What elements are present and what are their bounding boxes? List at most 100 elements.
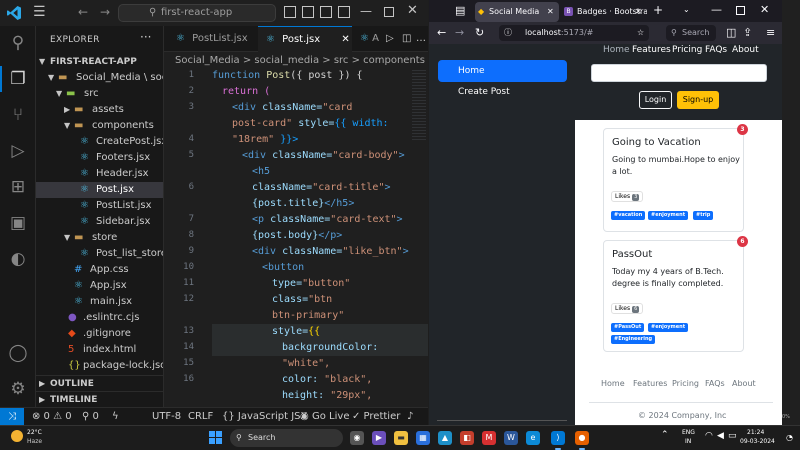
close-tab-icon[interactable]: ✕ bbox=[341, 34, 349, 45]
ports-count[interactable]: ⚲ 0 bbox=[82, 408, 99, 425]
taskbar-search[interactable]: ⚲ Search bbox=[230, 429, 343, 447]
tree-folder-components[interactable]: ▼ ▬ components bbox=[36, 118, 163, 134]
store-icon[interactable]: ▦ bbox=[416, 431, 430, 445]
clock-date[interactable]: 09-03-2024 bbox=[740, 438, 775, 445]
nav-link-faqs[interactable]: FAQs bbox=[705, 45, 727, 55]
nav-link-home[interactable]: Home bbox=[603, 45, 630, 55]
nav-link-features[interactable]: Features bbox=[632, 45, 671, 55]
firefox-icon[interactable]: ● bbox=[575, 431, 589, 445]
split-editor-icon[interactable]: ◫ bbox=[402, 26, 411, 52]
tree-file-eslintrc[interactable]: ● .eslintrc.cjs bbox=[36, 310, 163, 326]
reload-icon[interactable]: ↻ bbox=[475, 26, 484, 39]
run-debug-icon[interactable]: ▷ bbox=[7, 140, 29, 162]
menu-icon[interactable]: ☰ bbox=[33, 4, 46, 20]
tree-folder-src[interactable]: ▼ ▬ src bbox=[36, 86, 163, 102]
bookmark-star-icon[interactable]: ☆ bbox=[637, 25, 644, 41]
vscode-taskbar-icon[interactable]: ⟩ bbox=[551, 431, 565, 445]
weather-condition[interactable]: Haze bbox=[27, 438, 42, 445]
tab-postlist[interactable]: ⚛ PostList.jsx bbox=[164, 26, 258, 52]
quokka-icon[interactable]: ◐ bbox=[7, 248, 29, 270]
tree-file-postlist[interactable]: ⚛ PostList.jsx bbox=[36, 198, 163, 214]
tree-file-gitignore[interactable]: ◆ .gitignore bbox=[36, 326, 163, 342]
tree-file-app-jsx[interactable]: ⚛ App.jsx bbox=[36, 278, 163, 294]
maximize-icon[interactable] bbox=[736, 6, 745, 15]
edge-icon[interactable]: e bbox=[526, 431, 540, 445]
close-tab-icon[interactable]: ✕ bbox=[547, 2, 554, 22]
address-bar[interactable]: ⓘ localhost:5173/# ☆ bbox=[499, 25, 649, 41]
chevron-down-icon[interactable]: ⌄ bbox=[683, 5, 690, 14]
tab-post[interactable]: ⚛ Post.jsx ✕ bbox=[258, 26, 352, 52]
customize-layout-icon[interactable] bbox=[338, 6, 350, 18]
notifications-icon[interactable]: ◔ bbox=[786, 433, 793, 442]
tab-list-icon[interactable]: ▤ bbox=[455, 4, 465, 17]
tree-project-root[interactable]: ▼ FIRST-REACT-APP bbox=[36, 54, 163, 70]
sidebar-item-create-post[interactable]: Create Post bbox=[438, 81, 567, 103]
tree-file-sidebar[interactable]: ⚛ Sidebar.jsx bbox=[36, 214, 163, 230]
tree-file-post-list-store[interactable]: ⚛ Post_list_store... bbox=[36, 246, 163, 262]
chevron-up-icon[interactable]: ⌃ bbox=[661, 430, 669, 440]
browser-tab-social-media[interactable]: ◆ Social Media ✕ bbox=[475, 2, 559, 22]
outline-section[interactable]: ▶ OUTLINE bbox=[36, 375, 163, 391]
clock-time[interactable]: 21:24 bbox=[747, 429, 764, 436]
input-region[interactable]: IN bbox=[685, 438, 691, 445]
file-explorer-icon[interactable]: ▬ bbox=[394, 431, 408, 445]
more-actions-icon[interactable]: ··· bbox=[140, 30, 151, 44]
maximize-icon[interactable] bbox=[384, 7, 394, 17]
tab-a[interactable]: ⚛ A bbox=[356, 26, 380, 52]
app-menu-icon[interactable]: ≡ bbox=[766, 26, 775, 39]
tree-file-createpost[interactable]: ⚛ CreatePost.jsx bbox=[36, 134, 163, 150]
battery-icon[interactable]: ▭ bbox=[728, 431, 737, 441]
back-arrow-icon[interactable]: ← bbox=[78, 5, 88, 19]
toggle-panel-icon[interactable] bbox=[302, 6, 314, 18]
extensions-puzzle-icon[interactable]: ⇪ bbox=[743, 26, 752, 39]
footer-link-pricing[interactable]: Pricing bbox=[672, 379, 699, 388]
new-tab-icon[interactable]: + bbox=[653, 3, 663, 17]
meet-icon[interactable]: ▶ bbox=[372, 431, 386, 445]
sidebar-item-home[interactable]: Home bbox=[438, 60, 567, 82]
tree-file-main-jsx[interactable]: ⚛ main.jsx bbox=[36, 294, 163, 310]
code-editor[interactable]: 1 2 3 4 5 6 7 8 9 10 11 12 13 14 15 16 function Post({ … bbox=[164, 70, 428, 407]
minimap[interactable] bbox=[412, 70, 426, 140]
copilot-icon[interactable]: ◉ bbox=[350, 431, 364, 445]
tree-folder-store[interactable]: ▼ ▬ store bbox=[36, 230, 163, 246]
tree-folder-social-media[interactable]: ▼ ▬ Social_Media \ soc... bbox=[36, 70, 163, 86]
forward-arrow-icon[interactable]: → bbox=[100, 5, 110, 19]
remote-explorer-icon[interactable]: ▣ bbox=[7, 212, 29, 234]
like-button[interactable]: Likes 6 bbox=[611, 303, 644, 314]
nav-link-about[interactable]: About bbox=[732, 45, 759, 55]
browser-tab-badges[interactable]: B Badges · Bootstrap v ✕ bbox=[563, 2, 647, 22]
office-icon[interactable]: ◧ bbox=[460, 431, 474, 445]
timeline-section[interactable]: ▶ TIMELINE bbox=[36, 391, 163, 407]
tree-file-index-html[interactable]: 5 index.html bbox=[36, 342, 163, 358]
weather-sun-icon[interactable] bbox=[11, 430, 23, 442]
run-icon[interactable]: ▷ bbox=[386, 26, 394, 52]
toggle-sidebar-icon[interactable] bbox=[284, 6, 296, 18]
page-info-icon[interactable]: ⓘ bbox=[504, 25, 512, 41]
search-view-icon[interactable]: ⚲ bbox=[7, 32, 29, 54]
language-mode[interactable]: {} JavaScript JSX bbox=[222, 408, 307, 425]
close-tab-icon[interactable]: ✕ bbox=[635, 2, 642, 22]
footer-link-home[interactable]: Home bbox=[601, 379, 625, 388]
wifi-icon[interactable]: ◠ bbox=[705, 431, 713, 441]
tree-file-footers[interactable]: ⚛ Footers.jsx bbox=[36, 150, 163, 166]
login-button[interactable]: Login bbox=[639, 91, 672, 109]
tree-file-package-lock[interactable]: {} package-lock.json bbox=[36, 358, 163, 374]
problems-count[interactable]: ⊗ 0 ⚠ 0 bbox=[32, 408, 72, 425]
notifications-bell-icon[interactable]: ♪ bbox=[407, 408, 413, 425]
input-language[interactable]: ENG bbox=[682, 429, 695, 436]
start-button-icon[interactable] bbox=[209, 431, 223, 445]
account-icon[interactable]: ◯ bbox=[7, 342, 29, 364]
like-button[interactable]: Likes 3 bbox=[611, 191, 644, 202]
photos-icon[interactable]: ▲ bbox=[438, 431, 452, 445]
footer-link-features[interactable]: Features bbox=[633, 379, 667, 388]
lightning-icon[interactable]: ϟ bbox=[112, 408, 119, 425]
tree-folder-assets[interactable]: ▶ ▬ assets bbox=[36, 102, 163, 118]
breadcrumb[interactable]: Social_Media > social_media > src > comp… bbox=[164, 52, 428, 70]
back-arrow-icon[interactable]: ← bbox=[437, 26, 446, 39]
footer-link-about[interactable]: About bbox=[732, 379, 756, 388]
source-control-icon[interactable]: ⑂ bbox=[7, 104, 29, 126]
signup-button[interactable]: Sign-up bbox=[677, 91, 719, 109]
close-icon[interactable]: ✕ bbox=[407, 3, 418, 18]
weather-temperature[interactable]: 22°C bbox=[27, 429, 42, 436]
explorer-files-icon[interactable]: ❐ bbox=[7, 68, 29, 90]
